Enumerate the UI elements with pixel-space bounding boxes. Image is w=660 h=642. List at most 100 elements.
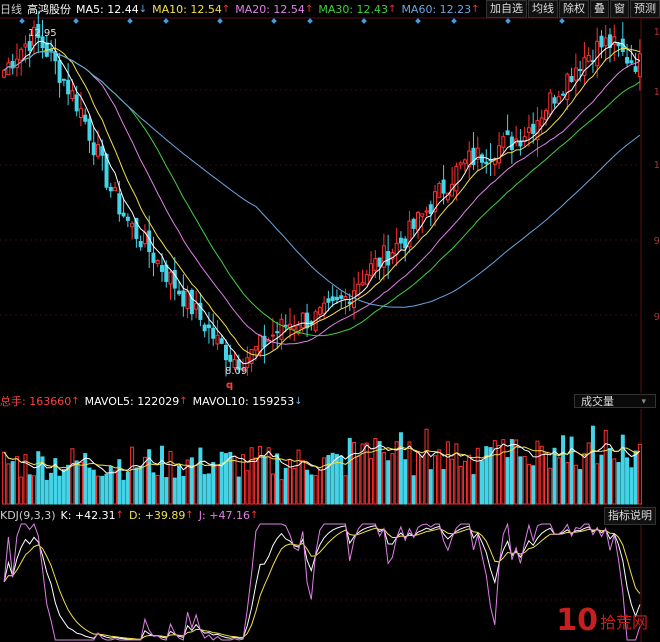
volume-bar [283, 467, 288, 505]
period-label[interactable]: 日线 [0, 1, 22, 17]
volume-bar [78, 461, 83, 505]
candle-body [19, 48, 24, 61]
volume-bar [87, 467, 92, 505]
candle-body [505, 130, 510, 136]
volume-bar [424, 428, 429, 505]
candle-body [330, 296, 335, 302]
volume-bar [57, 475, 62, 505]
add-watchlist-button[interactable]: 加自选 [486, 0, 527, 18]
candle-body [258, 334, 263, 353]
candle-body [125, 216, 130, 221]
volume-bar [74, 460, 79, 505]
volume-bar [219, 451, 224, 505]
candle-body [108, 186, 113, 192]
volume-bar [130, 446, 135, 505]
volume-bar [100, 475, 105, 505]
event-marker-icon [127, 18, 133, 24]
kdj-k-value: K: +42.31 [60, 508, 116, 522]
low-price-label: 8.09 [225, 366, 248, 377]
volume-bar [480, 460, 484, 505]
price-tick: 9 [653, 312, 660, 323]
candle-body [586, 55, 591, 62]
volume-bar [61, 469, 66, 505]
volume-bar [522, 455, 527, 505]
volume-bar [2, 451, 7, 505]
window-button[interactable]: 窗 [610, 0, 629, 18]
candle-body [279, 318, 284, 340]
volume-bar [578, 469, 583, 505]
volume-bar [548, 467, 553, 505]
chart-grid [0, 17, 660, 642]
volume-bar [582, 452, 587, 505]
ex-rights-button[interactable]: 除权 [559, 0, 589, 18]
candle-body [637, 53, 642, 78]
candle-body [164, 264, 169, 282]
candle-body [78, 108, 83, 118]
candle-body [578, 68, 583, 72]
volume-bar [232, 455, 237, 505]
volume-bar [467, 454, 472, 505]
candle-body [501, 136, 506, 148]
candle-body [569, 76, 574, 82]
candle-body [595, 40, 600, 67]
candle-body [343, 296, 348, 300]
candle-body [23, 43, 28, 48]
volume-bar [569, 436, 574, 505]
candle-body [185, 290, 190, 309]
candle-body [160, 265, 164, 272]
ma-button[interactable]: 均线 [528, 0, 558, 18]
candle-body [386, 251, 391, 266]
volume-bar [215, 465, 220, 505]
candle-body [454, 165, 459, 192]
volume-bar [620, 434, 625, 505]
candle-body [339, 295, 344, 299]
overlay-button[interactable]: 叠 [590, 0, 609, 18]
kdj-k-line [3, 525, 641, 641]
volume-bar [428, 469, 433, 505]
arrow-up-icon: ↑ [115, 509, 125, 521]
volume-bar [369, 458, 374, 505]
volume-bar [117, 459, 122, 505]
arrow-up-icon: ↑ [388, 3, 397, 15]
candle-body [403, 238, 408, 249]
volume-bar [202, 474, 207, 505]
kdj-d-value: D: +39.89 [129, 508, 186, 522]
kline-chart [0, 10, 660, 642]
volume-bar [552, 447, 557, 505]
candle-body [364, 274, 369, 285]
candle-body [616, 43, 621, 47]
candle-body [625, 57, 630, 64]
candle-body [113, 187, 118, 192]
volume-bar [433, 455, 438, 505]
volume-bar [292, 468, 297, 505]
candle-body [91, 142, 96, 156]
candle-body [509, 136, 514, 150]
candle-body [526, 127, 531, 133]
total-volume: 总手: 163660 [0, 395, 72, 408]
candle-body [531, 123, 536, 134]
indicator-select[interactable]: 成交量 ▾ [574, 394, 656, 408]
candle-body [629, 60, 634, 64]
candle-body [480, 154, 484, 163]
volume-bar [407, 441, 412, 505]
volume-bar [416, 451, 420, 505]
volume-bar [194, 464, 199, 505]
candle-body [96, 144, 100, 157]
event-marker-icon [19, 18, 25, 24]
candle-body [416, 212, 420, 231]
volume-bar [279, 479, 284, 505]
volume-bar [296, 449, 301, 505]
volume-bar [14, 456, 19, 505]
indicator-help-button[interactable]: 指标说明 [604, 507, 656, 525]
volume-bar [616, 462, 621, 505]
volume-bar [168, 450, 173, 505]
ma20-line [3, 51, 641, 345]
kdj-d-line [3, 527, 641, 640]
volume-bar [411, 475, 416, 505]
volume-bar [275, 453, 280, 505]
volume-bar [266, 447, 271, 505]
volume-bar [544, 452, 548, 505]
candle-body [155, 260, 160, 265]
candle-body [518, 140, 523, 147]
forecast-button[interactable]: 预测 [630, 0, 660, 18]
